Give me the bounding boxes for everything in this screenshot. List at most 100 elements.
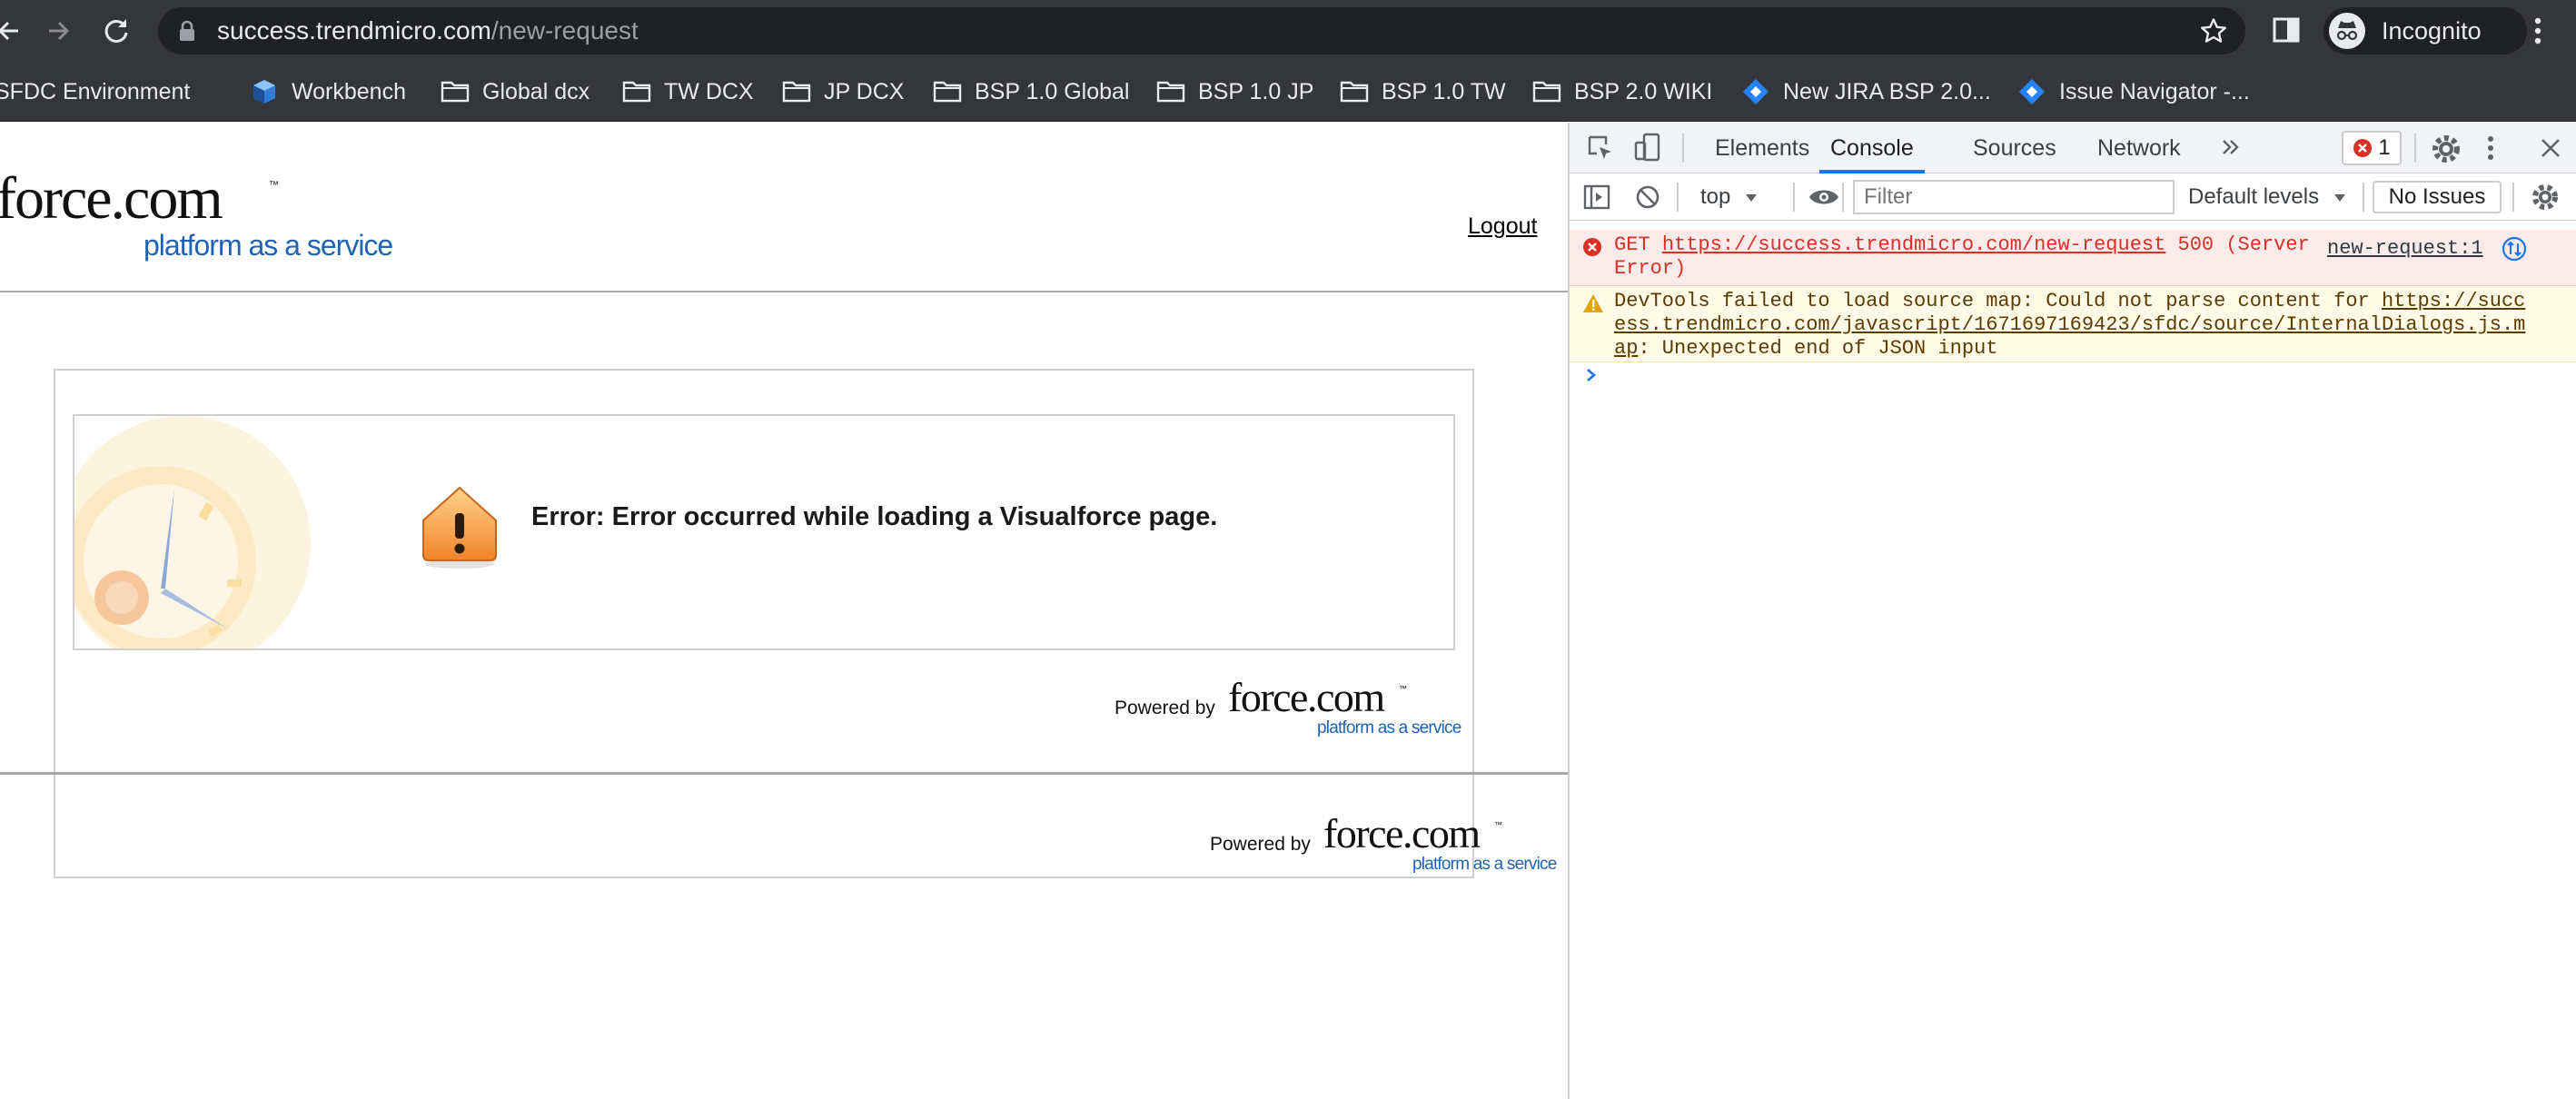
forward-button[interactable] <box>36 9 80 53</box>
console-warning-message: DevTools failed to load source map: Coul… <box>1570 286 2576 362</box>
bookmark-star-icon[interactable] <box>2200 17 2227 45</box>
bookmark-issue-navigator[interactable]: Issue Navigator -... <box>2017 62 2250 122</box>
folder-icon <box>1532 81 1561 103</box>
toolbar-divider <box>1677 183 1679 212</box>
error-message: Error: Error occurred while loading a Vi… <box>531 502 1218 531</box>
bookmark-label: Global dcx <box>482 78 590 104</box>
bookmark-bsp-1-tw[interactable]: BSP 1.0 TW <box>1340 62 1506 122</box>
bookmark-label: BSP 1.0 TW <box>1382 78 1506 104</box>
issues-button[interactable]: No Issues <box>2373 181 2502 213</box>
tab-console[interactable]: Console <box>1819 123 1925 173</box>
context-selector[interactable]: top <box>1700 173 1759 221</box>
more-vertical-icon <box>2534 17 2541 45</box>
close-icon[interactable] <box>2538 135 2563 161</box>
incognito-indicator[interactable]: Incognito <box>2323 7 2527 54</box>
bookmark-bsp-1-jp[interactable]: BSP 1.0 JP <box>1156 62 1313 122</box>
folder-icon <box>441 81 470 103</box>
svg-text:™: ™ <box>269 180 279 191</box>
tab-sources[interactable]: Sources <box>1973 123 2056 173</box>
page-content: force.com ™ platform as a service Logout <box>0 123 1568 1099</box>
context-label: top <box>1700 184 1731 209</box>
bookmark-bsp-1-global[interactable]: BSP 1.0 Global <box>933 62 1129 122</box>
chevron-right-icon <box>1587 369 1596 381</box>
url-host: success.trendmicro.com <box>217 16 491 45</box>
device-toolbar-icon[interactable] <box>1633 132 1662 164</box>
tab-elements[interactable]: Elements <box>1715 123 1809 173</box>
source-map-url-link[interactable]: https://succ <box>2382 290 2525 312</box>
error-icon <box>2353 139 2373 157</box>
status-text: 500 (Server <box>2177 233 2310 256</box>
error-icon <box>1583 238 1601 256</box>
browser-menu-button[interactable] <box>2522 13 2554 49</box>
browser-toolbar: success.trendmicro.com/new-request Incog… <box>0 0 2576 62</box>
dropdown-arrow-icon <box>2333 194 2345 202</box>
tab-network[interactable]: Network <box>2097 123 2181 173</box>
warning-icon <box>416 482 503 574</box>
console-settings-gear-icon[interactable] <box>2531 183 2560 212</box>
bookmarks-bar: SFDC Environment Workbench Global dcx TW… <box>0 62 2576 122</box>
bookmark-workbench[interactable]: Workbench <box>250 62 406 122</box>
bookmark-global-dcx[interactable]: Global dcx <box>441 62 590 122</box>
svg-text:™: ™ <box>1399 684 1407 693</box>
bookmark-label: SFDC Environment <box>0 78 191 104</box>
show-sidebar-icon[interactable] <box>1582 183 1611 212</box>
svg-text:force.com: force.com <box>1323 813 1481 856</box>
bookmark-label: New JIRA BSP 2.0... <box>1783 78 1991 104</box>
toolbar-divider <box>2363 183 2364 212</box>
inspect-element-icon[interactable] <box>1586 134 1615 163</box>
incognito-icon <box>2329 13 2365 49</box>
bookmark-tw-dcx[interactable]: TW DCX <box>622 62 754 122</box>
network-request-icon[interactable] <box>2501 235 2528 262</box>
force-logo-tagline: platform as a service <box>144 229 392 262</box>
cube-icon <box>253 80 275 104</box>
svg-text:force.com: force.com <box>1228 677 1385 720</box>
reload-button[interactable] <box>94 9 138 53</box>
log-levels-label: Default levels <box>2188 184 2320 209</box>
clear-console-icon[interactable] <box>1633 183 1662 212</box>
console-error-message: GET https://success.trendmicro.com/new-r… <box>1570 230 2576 286</box>
console-filter-input[interactable] <box>1853 180 2175 214</box>
folder-icon <box>782 81 811 103</box>
toolbar-divider <box>1842 183 1844 212</box>
side-panel-button[interactable] <box>2271 15 2302 50</box>
bookmark-bsp-2-wiki[interactable]: BSP 2.0 WIKI <box>1532 62 1712 122</box>
source-map-url-link-cont[interactable]: ess.trendmicro.com/javascript/1671697169… <box>1614 313 2525 336</box>
bookmark-label: Workbench <box>292 78 406 104</box>
bookmark-sfdc-environment[interactable]: SFDC Environment <box>0 62 190 122</box>
side-panel-icon <box>2273 17 2300 43</box>
request-url-link[interactable]: https://success.trendmicro.com/new-reque… <box>1662 233 2166 256</box>
jira-icon <box>2019 79 2045 104</box>
incognito-label: Incognito <box>2382 17 2482 45</box>
bookmark-jp-dcx[interactable]: JP DCX <box>782 62 904 122</box>
source-location-link[interactable]: new-request:1 <box>2327 237 2483 261</box>
warning-text: DevTools failed to load source map: Coul… <box>1614 290 2382 312</box>
settings-gear-icon[interactable] <box>2431 134 2462 164</box>
console-prompt[interactable] <box>1584 367 1599 388</box>
url-text: success.trendmicro.com/new-request <box>217 7 639 54</box>
more-tabs-icon[interactable] <box>2218 134 2244 165</box>
error-message-box <box>73 414 1455 650</box>
toolbar-divider <box>1682 134 1684 163</box>
folder-icon <box>622 81 651 103</box>
folder-icon <box>1340 81 1369 103</box>
source-map-url-link-end[interactable]: ap <box>1614 337 1638 360</box>
toolbar-divider <box>1793 183 1795 212</box>
live-expression-eye-icon[interactable] <box>1808 184 1840 210</box>
force-logo-small: force.com ™ platform as a service <box>1228 677 1462 738</box>
address-bar[interactable]: success.trendmicro.com/new-request <box>158 7 2245 54</box>
back-button[interactable] <box>0 9 31 53</box>
lock-icon <box>180 20 194 41</box>
error-count-badge[interactable]: 1 <box>2342 131 2402 165</box>
header-divider <box>0 291 1568 292</box>
more-vertical-icon[interactable] <box>2482 132 2500 164</box>
url-path: /new-request <box>490 16 639 45</box>
toolbar-divider <box>2512 183 2514 212</box>
logout-link[interactable]: Logout <box>1468 213 1537 240</box>
request-method: GET <box>1614 233 1650 256</box>
warning-suffix: : Unexpected end of JSON input <box>1638 337 1998 360</box>
log-levels-dropdown[interactable]: Default levels <box>2188 173 2347 221</box>
bookmark-label: BSP 1.0 JP <box>1198 78 1314 104</box>
dropdown-arrow-icon <box>1746 194 1758 202</box>
bookmark-new-jira-bsp[interactable]: New JIRA BSP 2.0... <box>1741 62 1991 122</box>
folder-icon <box>1156 81 1185 103</box>
